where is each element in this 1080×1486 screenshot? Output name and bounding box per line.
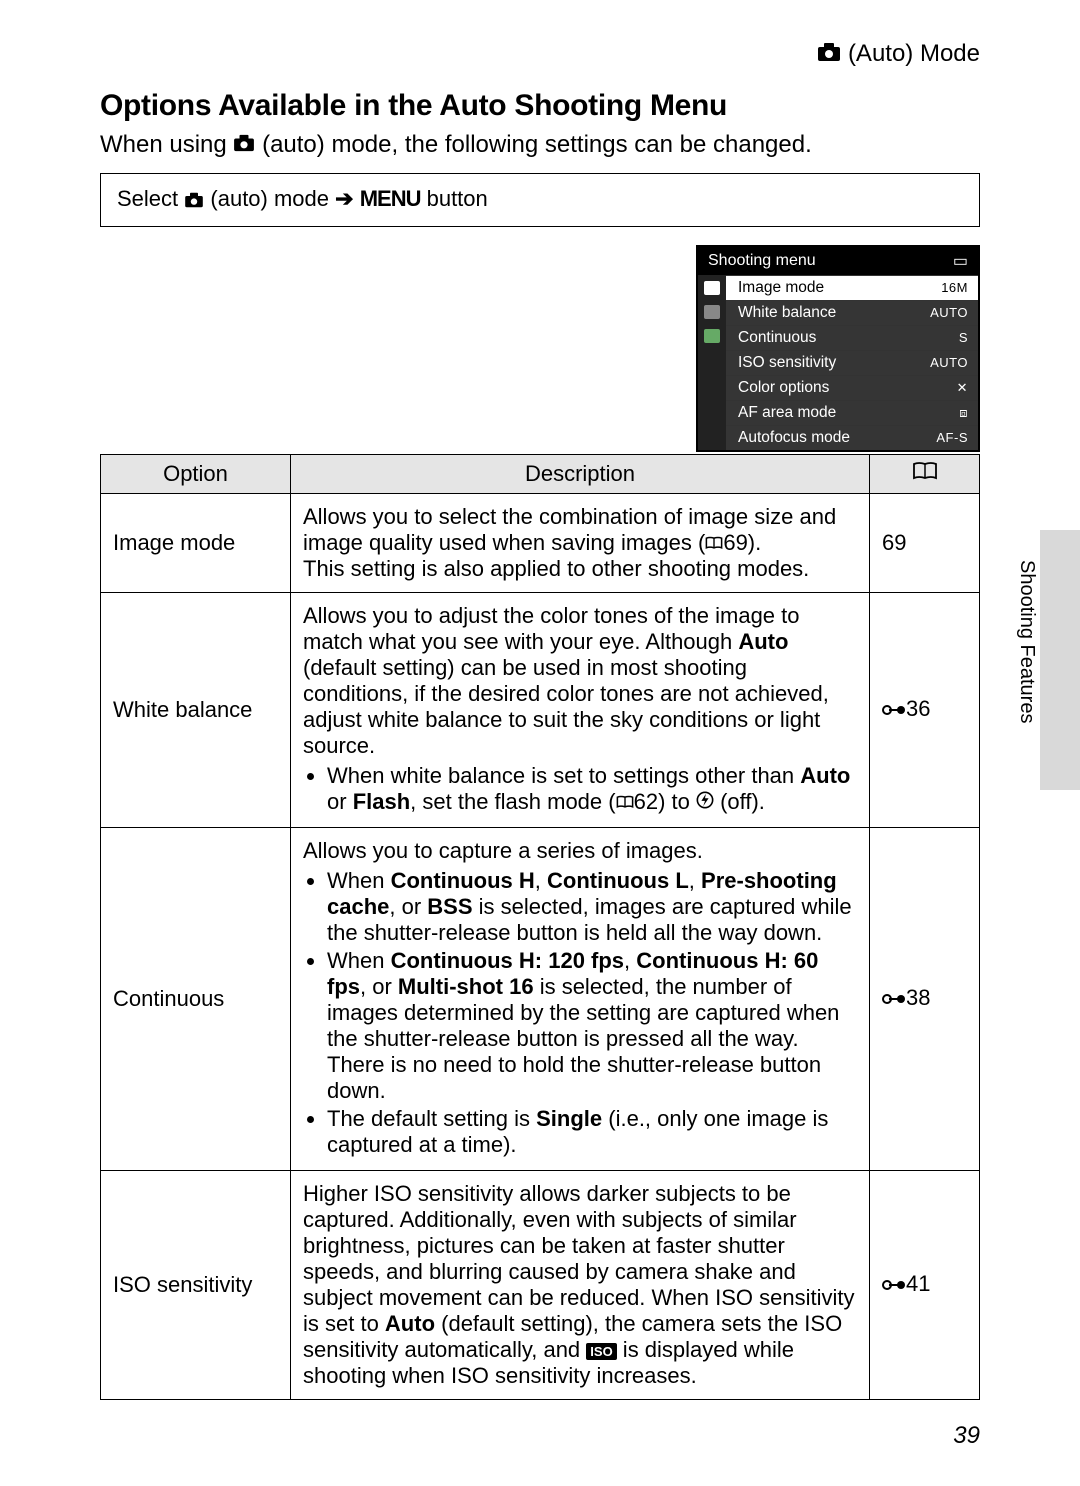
- page-number: 39: [953, 1422, 980, 1450]
- menu-row: AF area mode⧈: [726, 400, 978, 425]
- desc-iso-sensitivity: Higher ISO sensitivity allows darker sub…: [291, 1170, 870, 1399]
- tab-camera-icon: [704, 281, 720, 295]
- desc-white-balance: Allows you to adjust the color tones of …: [291, 592, 870, 827]
- iso-icon: ISO: [586, 1343, 616, 1360]
- intro-post: (auto) mode, the following settings can …: [262, 131, 812, 158]
- camera-icon: [817, 41, 841, 69]
- intro-pre: When using: [100, 131, 233, 158]
- th-description: Description: [291, 454, 870, 493]
- table-row: White balance Allows you to adjust the c…: [101, 592, 980, 827]
- opt-image-mode: Image mode: [101, 493, 291, 592]
- mode-label: (Auto) Mode: [848, 40, 980, 67]
- camera-icon: [233, 131, 255, 159]
- instruction-box: Select (auto) mode ➔ MENU button: [100, 173, 980, 226]
- ref-iso-sensitivity: 41: [870, 1170, 980, 1399]
- opt-white-balance: White balance: [101, 592, 291, 827]
- battery-icon: ▭: [953, 251, 968, 271]
- table-row: ISO sensitivity Higher ISO sensitivity a…: [101, 1170, 980, 1399]
- desc-continuous: Allows you to capture a series of images…: [291, 827, 870, 1170]
- menu-row: Color options✕: [726, 375, 978, 400]
- ref-image-mode: 69: [870, 493, 980, 592]
- menu-row: Autofocus modeAF-S: [726, 425, 978, 450]
- book-icon: [705, 530, 723, 555]
- reference-ext-icon: [882, 1273, 906, 1299]
- menu-button-label: MENU: [360, 186, 421, 211]
- menu-row: Image mode16M: [726, 275, 978, 300]
- menu-row: ISO sensitivityAUTO: [726, 350, 978, 375]
- reference-ext-icon: [882, 987, 906, 1013]
- menu-row: ContinuousS: [726, 325, 978, 350]
- menu-items: Image mode16MWhite balanceAUTOContinuous…: [726, 275, 978, 450]
- opt-continuous: Continuous: [101, 827, 291, 1170]
- ref-white-balance: 36: [870, 592, 980, 827]
- intro-text: When using (auto) mode, the following se…: [100, 131, 980, 160]
- tab-setup-icon: [704, 329, 720, 343]
- camera-icon: [184, 188, 204, 214]
- opt-iso-sensitivity: ISO sensitivity: [101, 1170, 291, 1399]
- th-reference: [870, 454, 980, 493]
- menu-title: Shooting menu: [708, 252, 816, 270]
- desc-image-mode: Allows you to select the combination of …: [291, 493, 870, 592]
- mode-header: (Auto) Mode: [100, 40, 980, 69]
- table-row: Continuous Allows you to capture a serie…: [101, 827, 980, 1170]
- ref-continuous: 38: [870, 827, 980, 1170]
- menu-category-tabs: [698, 275, 726, 450]
- camera-menu-screenshot: Shooting menu ▭ Image mode16MWhite balan…: [696, 245, 980, 452]
- reference-ext-icon: [882, 698, 906, 724]
- flash-off-icon: [696, 789, 714, 814]
- menu-row: White balanceAUTO: [726, 300, 978, 325]
- section-label: Shooting Features: [1015, 560, 1038, 723]
- options-table: Option Description Image mode Allows you…: [100, 454, 980, 1400]
- tab-movie-icon: [704, 305, 720, 319]
- book-icon: [912, 461, 938, 487]
- select-pre: Select: [117, 186, 184, 211]
- book-icon: [616, 789, 634, 814]
- table-row: Image mode Allows you to select the comb…: [101, 493, 980, 592]
- page-title: Options Available in the Auto Shooting M…: [100, 89, 980, 123]
- th-option: Option: [101, 454, 291, 493]
- select-post: button: [427, 186, 488, 211]
- select-mid: (auto) mode: [210, 186, 335, 211]
- arrow-icon: ➔: [335, 186, 353, 211]
- section-tab: [1040, 530, 1080, 790]
